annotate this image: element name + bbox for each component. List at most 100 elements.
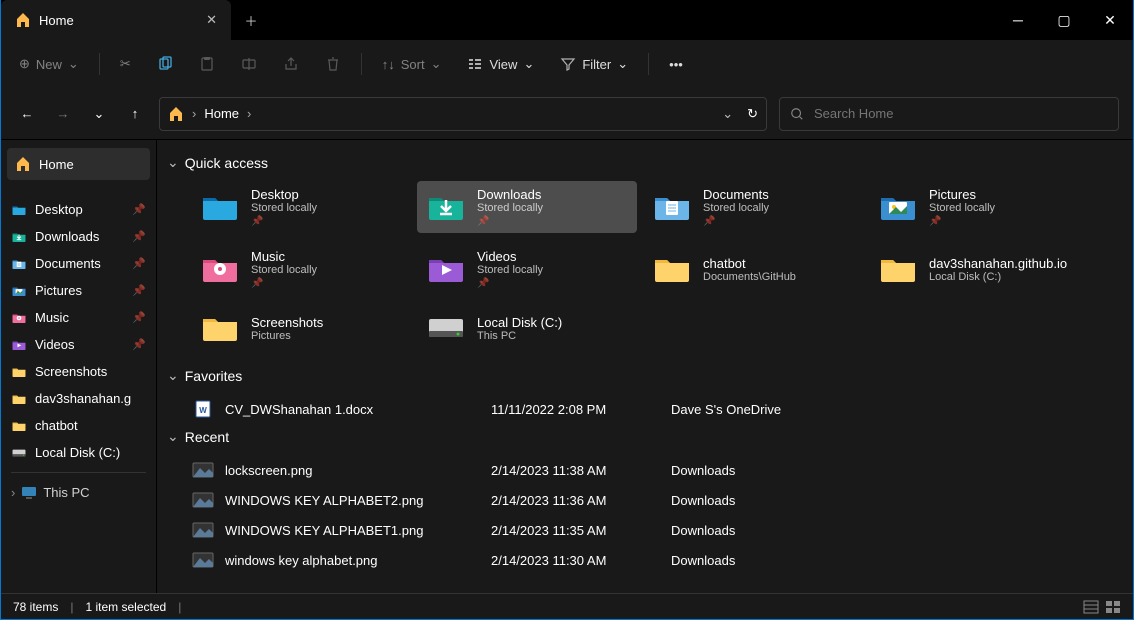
qa-item-local-disk-c-[interactable]: Local Disk (C:) This PC	[417, 305, 637, 351]
rename-button[interactable]	[235, 52, 263, 76]
plus-circle-icon: ⊕	[19, 56, 30, 72]
group-header-quickaccess[interactable]: ⌄ Quick access	[167, 154, 1119, 171]
back-button[interactable]: ←	[15, 102, 39, 126]
pictures-icon	[877, 190, 919, 224]
copy-icon	[157, 56, 173, 72]
folder-icon	[11, 419, 27, 433]
desktop-icon	[11, 203, 27, 217]
home-icon	[15, 12, 31, 28]
file-name: WINDOWS KEY ALPHABET2.png	[225, 493, 423, 508]
copy-button[interactable]	[151, 52, 179, 76]
sidebar-item-pictures[interactable]: Pictures 📌	[1, 277, 156, 304]
recent-row[interactable]: WINDOWS KEY ALPHABET2.png 2/14/2023 11:3…	[191, 485, 1119, 515]
file-location: Downloads	[671, 553, 871, 568]
sidebar-item-local-disk-c-[interactable]: Local Disk (C:)	[1, 439, 156, 466]
qa-item-documents[interactable]: Documents Stored locally 📌	[643, 181, 863, 233]
breadcrumb-path: Home	[204, 106, 239, 121]
thumbnails-view-icon[interactable]	[1105, 600, 1121, 614]
cut-button[interactable]: ✂	[114, 52, 137, 76]
new-button[interactable]: ⊕ New ⌄	[13, 52, 85, 76]
qa-item-chatbot[interactable]: chatbot Documents\GitHub	[643, 243, 863, 295]
qa-item-music[interactable]: Music Stored locally 📌	[191, 243, 411, 295]
filter-icon	[560, 56, 576, 72]
home-icon	[15, 156, 31, 172]
qa-item-dav3shanahan-github-io[interactable]: dav3shanahan.github.io Local Disk (C:)	[869, 243, 1089, 295]
chevron-down-icon: ⌄	[431, 56, 442, 72]
close-tab-icon[interactable]: ✕	[206, 12, 217, 28]
qa-item-screenshots[interactable]: Screenshots Pictures	[191, 305, 411, 351]
sidebar-item-home[interactable]: Home	[7, 148, 150, 180]
close-window-button[interactable]: ✕	[1087, 0, 1133, 40]
sidebar-item-this-pc[interactable]: › This PC	[1, 479, 156, 506]
downloads-icon	[11, 230, 27, 244]
documents-icon	[11, 257, 27, 271]
sidebar-item-documents[interactable]: Documents 📌	[1, 250, 156, 277]
sidebar-item-chatbot[interactable]: chatbot	[1, 412, 156, 439]
sidebar-item-dav3shanahan-g[interactable]: dav3shanahan.g	[1, 385, 156, 412]
new-tab-button[interactable]: ＋	[231, 0, 271, 40]
item-name: dav3shanahan.github.io	[929, 256, 1067, 271]
recent-row[interactable]: WINDOWS KEY ALPHABET1.png 2/14/2023 11:3…	[191, 515, 1119, 545]
forward-button[interactable]: →	[51, 102, 75, 126]
sidebar-item-screenshots[interactable]: Screenshots	[1, 358, 156, 385]
sort-button[interactable]: ↑↓ Sort ⌄	[376, 52, 448, 76]
sidebar-item-downloads[interactable]: Downloads 📌	[1, 223, 156, 250]
item-location: Stored locally	[477, 264, 543, 276]
more-button[interactable]: •••	[663, 53, 689, 76]
folder-icon	[11, 365, 27, 379]
search-box[interactable]	[779, 97, 1119, 131]
up-button[interactable]: ↑	[123, 102, 147, 126]
qa-item-pictures[interactable]: Pictures Stored locally 📌	[869, 181, 1089, 233]
qa-item-downloads[interactable]: Downloads Stored locally 📌	[417, 181, 637, 233]
sidebar-item-label: chatbot	[35, 418, 78, 433]
sidebar-item-videos[interactable]: Videos 📌	[1, 331, 156, 358]
item-name: Music	[251, 249, 317, 264]
qa-item-videos[interactable]: Videos Stored locally 📌	[417, 243, 637, 295]
svg-text:W: W	[199, 406, 207, 415]
file-date: 2/14/2023 11:38 AM	[491, 463, 671, 478]
favorite-row[interactable]: WCV_DWShanahan 1.docx 11/11/2022 2:08 PM…	[191, 394, 1119, 424]
file-icon	[191, 491, 215, 509]
recent-row[interactable]: lockscreen.png 2/14/2023 11:38 AM Downlo…	[191, 455, 1119, 485]
recent-dropdown[interactable]: ⌄	[87, 102, 111, 126]
share-icon	[283, 56, 299, 72]
group-header-recent[interactable]: ⌄ Recent	[167, 428, 1119, 445]
search-input[interactable]	[814, 106, 1108, 121]
minimize-button[interactable]: ─	[995, 0, 1041, 40]
maximize-button[interactable]: ▢	[1041, 0, 1087, 40]
breadcrumb[interactable]: › Home › ⌄ ↻	[159, 97, 767, 131]
delete-button[interactable]	[319, 52, 347, 76]
refresh-icon[interactable]: ↻	[747, 106, 758, 122]
addressbar: ← → ⌄ ↑ › Home › ⌄ ↻	[1, 88, 1133, 140]
sort-icon: ↑↓	[382, 57, 395, 72]
sidebar-item-label: Downloads	[35, 229, 99, 244]
pin-icon: 📌	[132, 230, 146, 243]
paste-button[interactable]	[193, 52, 221, 76]
search-icon	[790, 107, 804, 121]
item-location: Local Disk (C:)	[929, 271, 1067, 283]
tab-home[interactable]: Home ✕	[1, 0, 231, 40]
sidebar-item-label: Pictures	[35, 283, 82, 298]
tab-title: Home	[39, 13, 74, 28]
chevron-down-icon: ⌄	[167, 154, 179, 171]
share-button[interactable]	[277, 52, 305, 76]
sidebar-item-label: Documents	[35, 256, 101, 271]
details-view-icon[interactable]	[1083, 600, 1099, 614]
sidebar-item-label: Desktop	[35, 202, 83, 217]
filter-button[interactable]: Filter ⌄	[554, 52, 634, 76]
chevron-right-icon: ›	[11, 485, 15, 500]
item-name: Documents	[703, 187, 769, 202]
sidebar-item-desktop[interactable]: Desktop 📌	[1, 196, 156, 223]
content-area: ⌄ Quick access Desktop Stored locally 📌 …	[156, 140, 1133, 593]
qa-item-desktop[interactable]: Desktop Stored locally 📌	[191, 181, 411, 233]
group-header-favorites[interactable]: ⌄ Favorites	[167, 367, 1119, 384]
recent-row[interactable]: windows key alphabet.png 2/14/2023 11:30…	[191, 545, 1119, 575]
sidebar-item-music[interactable]: Music 📌	[1, 304, 156, 331]
file-date: 11/11/2022 2:08 PM	[491, 402, 671, 417]
item-location: Stored locally	[251, 202, 317, 214]
view-button[interactable]: View ⌄	[461, 52, 540, 76]
chevron-down-icon[interactable]: ⌄	[722, 106, 733, 122]
item-location: Stored locally	[477, 202, 543, 214]
disk-icon	[425, 311, 467, 345]
sidebar-item-label: Local Disk (C:)	[35, 445, 120, 460]
